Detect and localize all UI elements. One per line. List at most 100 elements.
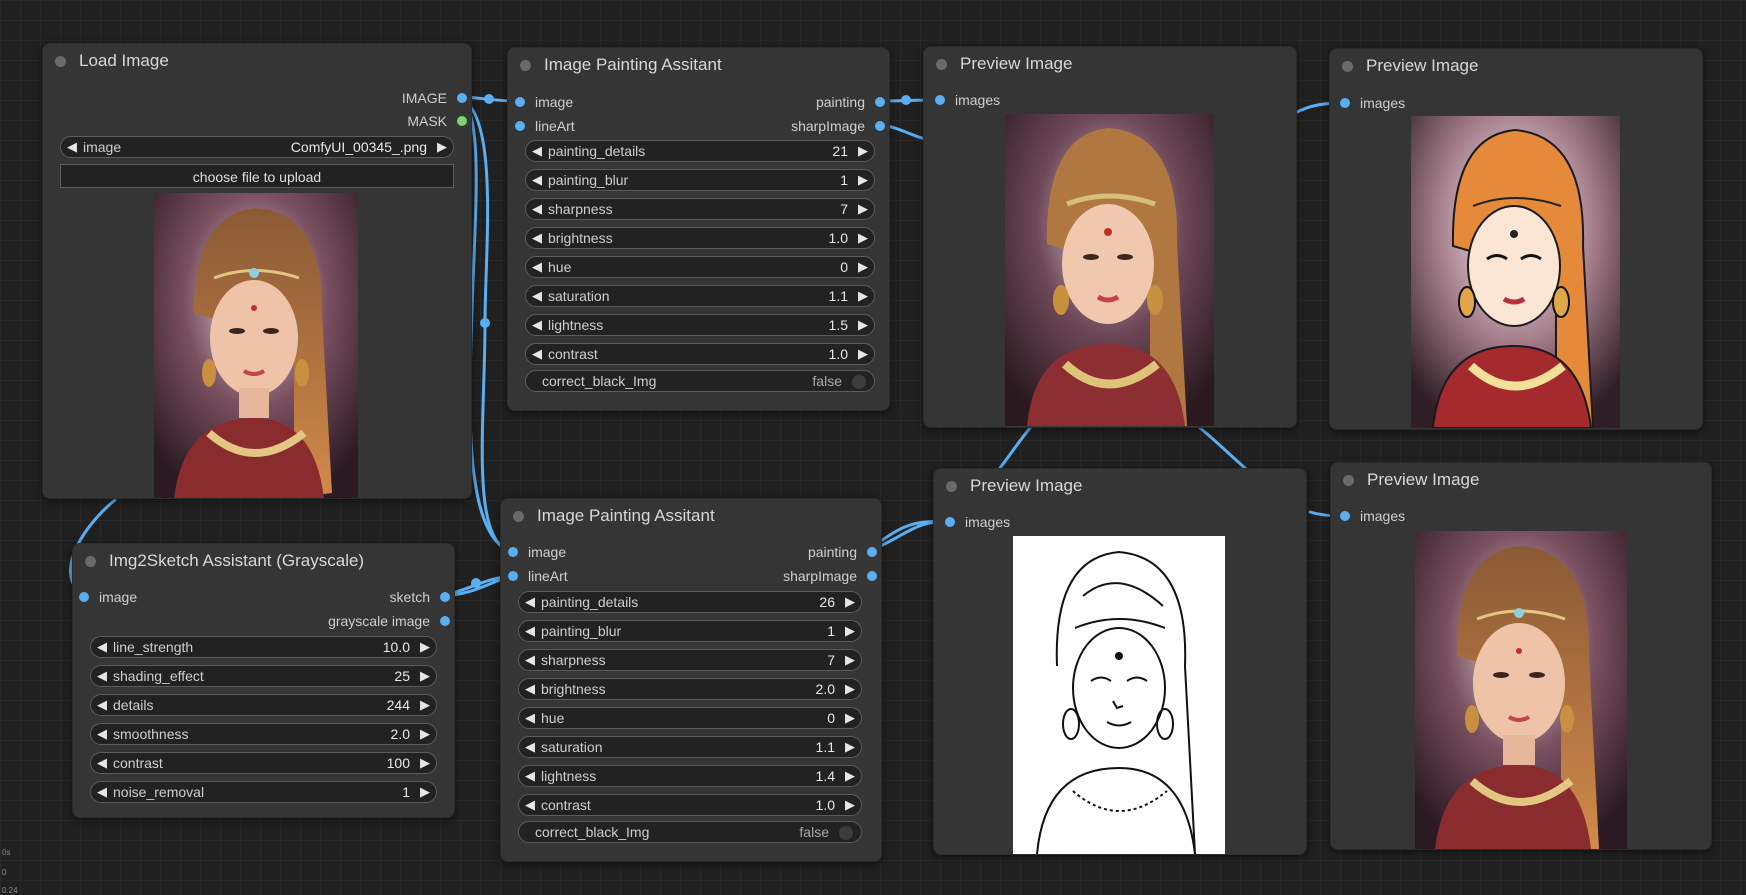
node-title[interactable]: Preview Image (934, 469, 1306, 503)
right-arrow-icon[interactable]: ▶ (420, 666, 430, 686)
right-arrow-icon[interactable]: ▶ (858, 257, 868, 277)
input-images-slot[interactable]: images (1340, 93, 1405, 113)
input-image-slot[interactable]: image (515, 92, 573, 112)
collapse-dot-icon[interactable] (936, 59, 947, 70)
collapse-dot-icon[interactable] (55, 56, 66, 67)
input-lineart-slot[interactable]: lineArt (515, 116, 575, 136)
image-painting-node-top[interactable]: Image Painting Assitant image lineArt pa… (507, 47, 890, 411)
slot-dot-icon[interactable] (1340, 511, 1350, 521)
node-title[interactable]: Preview Image (1331, 463, 1711, 497)
right-arrow-icon[interactable]: ▶ (420, 695, 430, 715)
widget-contrast[interactable]: ◀ contrast 100 ▶ (90, 752, 437, 774)
right-arrow-icon[interactable]: ▶ (858, 170, 868, 190)
left-arrow-icon[interactable]: ◀ (525, 737, 535, 757)
widget-noise-removal[interactable]: ◀ noise_removal 1 ▶ (90, 781, 437, 803)
slot-dot-icon[interactable] (515, 97, 525, 107)
load-image-node[interactable]: Load Image IMAGE MASK ◀ image ComfyUI_00… (42, 43, 472, 499)
widget-details[interactable]: ◀ details 244 ▶ (90, 694, 437, 716)
slot-dot-icon[interactable] (79, 592, 89, 602)
slot-dot-icon[interactable] (440, 616, 450, 626)
slot-dot-icon[interactable] (457, 116, 467, 126)
node-title[interactable]: Load Image (43, 44, 471, 78)
slot-dot-icon[interactable] (935, 95, 945, 105)
right-arrow-icon[interactable]: ▶ (420, 724, 430, 744)
left-arrow-icon[interactable]: ◀ (525, 621, 535, 641)
preview-image-node-4[interactable]: Preview Image images (1330, 462, 1712, 850)
preview-image-node-3[interactable]: Preview Image images (933, 468, 1307, 855)
widget-contrast[interactable]: ◀ contrast 1.0 ▶ (525, 343, 875, 365)
left-arrow-icon[interactable]: ◀ (532, 315, 542, 335)
img2sketch-node[interactable]: Img2Sketch Assistant (Grayscale) image s… (72, 543, 455, 818)
slot-dot-icon[interactable] (508, 571, 518, 581)
widget-shading-effect[interactable]: ◀ shading_effect 25 ▶ (90, 665, 437, 687)
widget-saturation[interactable]: ◀ saturation 1.1 ▶ (518, 736, 862, 758)
widget-smoothness[interactable]: ◀ smoothness 2.0 ▶ (90, 723, 437, 745)
right-arrow-icon[interactable]: ▶ (858, 286, 868, 306)
widget-lightness[interactable]: ◀ lightness 1.5 ▶ (525, 314, 875, 336)
left-arrow-icon[interactable]: ◀ (532, 257, 542, 277)
left-arrow-icon[interactable]: ◀ (525, 708, 535, 728)
widget-painting-details[interactable]: ◀ painting_details 21 ▶ (525, 140, 875, 162)
right-arrow-icon[interactable]: ▶ (845, 708, 855, 728)
right-arrow-icon[interactable]: ▶ (845, 650, 855, 670)
left-arrow-icon[interactable]: ◀ (532, 228, 542, 248)
output-painting-slot[interactable]: painting (816, 92, 885, 112)
image-combo-widget[interactable]: ◀ image ComfyUI_00345_.png ▶ (60, 136, 454, 158)
left-arrow-icon[interactable]: ◀ (525, 795, 535, 815)
correct-black-img-toggle[interactable]: correct_black_Img false (525, 370, 875, 392)
collapse-dot-icon[interactable] (520, 60, 531, 71)
output-grayscale-slot[interactable]: grayscale image (328, 611, 450, 631)
right-arrow-icon[interactable]: ▶ (858, 344, 868, 364)
widget-hue[interactable]: ◀ hue 0 ▶ (518, 707, 862, 729)
left-arrow-icon[interactable]: ◀ (97, 637, 107, 657)
output-painting-slot[interactable]: painting (808, 542, 877, 562)
widget-sharpness[interactable]: ◀ sharpness 7 ▶ (525, 198, 875, 220)
widget-contrast[interactable]: ◀ contrast 1.0 ▶ (518, 794, 862, 816)
input-image-slot[interactable]: image (508, 542, 566, 562)
choose-file-button[interactable]: choose file to upload (60, 164, 454, 188)
node-title[interactable]: Img2Sketch Assistant (Grayscale) (73, 544, 454, 578)
preview-image-node-1[interactable]: Preview Image images (923, 46, 1297, 428)
right-arrow-icon[interactable]: ▶ (420, 753, 430, 773)
left-arrow-icon[interactable]: ◀ (532, 199, 542, 219)
output-sharpimage-slot[interactable]: sharpImage (783, 566, 877, 586)
right-arrow-icon[interactable]: ▶ (845, 679, 855, 699)
slot-dot-icon[interactable] (508, 547, 518, 557)
node-title[interactable]: Preview Image (1330, 49, 1702, 83)
right-arrow-icon[interactable]: ▶ (845, 621, 855, 641)
collapse-dot-icon[interactable] (1342, 61, 1353, 72)
preview-image-node-2[interactable]: Preview Image images (1329, 48, 1703, 430)
output-mask-slot[interactable]: MASK (407, 111, 467, 131)
toggle-knob-icon[interactable] (839, 826, 853, 840)
image-painting-node-bottom[interactable]: Image Painting Assitant image lineArt pa… (500, 498, 882, 862)
widget-painting-details[interactable]: ◀ painting_details 26 ▶ (518, 591, 862, 613)
correct-black-img-toggle[interactable]: correct_black_Img false (518, 821, 862, 843)
left-arrow-icon[interactable]: ◀ (525, 650, 535, 670)
widget-brightness[interactable]: ◀ brightness 2.0 ▶ (518, 678, 862, 700)
left-arrow-icon[interactable]: ◀ (67, 137, 77, 157)
left-arrow-icon[interactable]: ◀ (97, 666, 107, 686)
widget-painting-blur[interactable]: ◀ painting_blur 1 ▶ (518, 620, 862, 642)
right-arrow-icon[interactable]: ▶ (858, 315, 868, 335)
slot-dot-icon[interactable] (875, 97, 885, 107)
node-title[interactable]: Image Painting Assitant (508, 48, 889, 82)
output-image-slot[interactable]: IMAGE (402, 88, 467, 108)
left-arrow-icon[interactable]: ◀ (525, 766, 535, 786)
widget-line-strength[interactable]: ◀ line_strength 10.0 ▶ (90, 636, 437, 658)
slot-dot-icon[interactable] (867, 571, 877, 581)
widget-hue[interactable]: ◀ hue 0 ▶ (525, 256, 875, 278)
widget-sharpness[interactable]: ◀ sharpness 7 ▶ (518, 649, 862, 671)
input-images-slot[interactable]: images (935, 90, 1000, 110)
right-arrow-icon[interactable]: ▶ (420, 637, 430, 657)
slot-dot-icon[interactable] (1340, 98, 1350, 108)
collapse-dot-icon[interactable] (85, 556, 96, 567)
slot-dot-icon[interactable] (457, 93, 467, 103)
output-sketch-slot[interactable]: sketch (390, 587, 450, 607)
left-arrow-icon[interactable]: ◀ (532, 344, 542, 364)
left-arrow-icon[interactable]: ◀ (97, 695, 107, 715)
right-arrow-icon[interactable]: ▶ (845, 592, 855, 612)
left-arrow-icon[interactable]: ◀ (525, 679, 535, 699)
input-image-slot[interactable]: image (79, 587, 137, 607)
toggle-knob-icon[interactable] (852, 375, 866, 389)
output-sharpimage-slot[interactable]: sharpImage (791, 116, 885, 136)
